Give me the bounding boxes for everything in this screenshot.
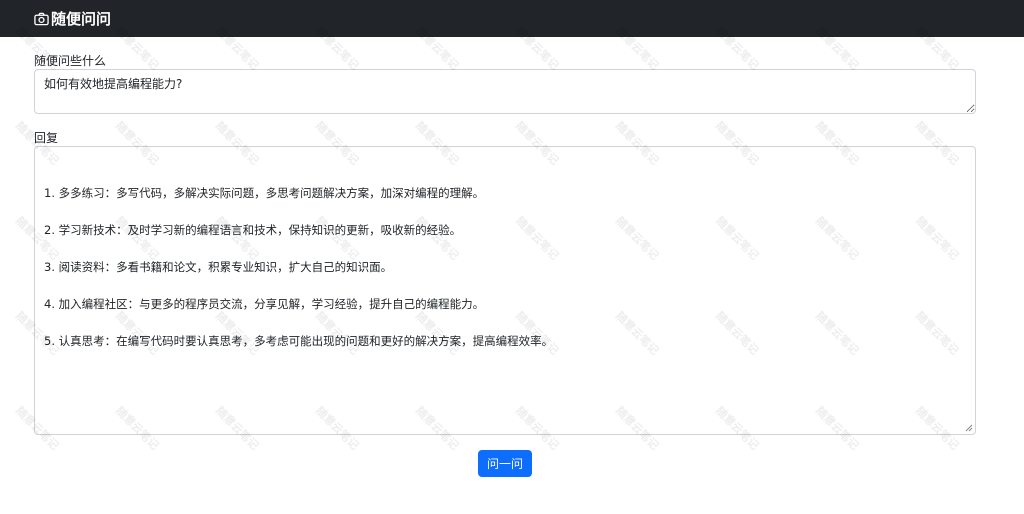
reply-label: 回复: [34, 131, 59, 145]
reply-line: 1. 多多练习：多写代码，多解决实际问题，多思考问题解决方案，加深对编程的理解。: [44, 186, 485, 200]
reply-line: 5. 认真思考：在编写代码时要认真思考，多考虑可能出现的问题和更好的解决方案，提…: [44, 334, 554, 348]
reply-line: 3. 阅读资料：多看书籍和论文，积累专业知识，扩大自己的知识面。: [44, 260, 393, 274]
reply-line: 2. 学习新技术：及时学习新的编程语言和技术，保持知识的更新，吸收新的经验。: [44, 223, 462, 237]
navbar: 随便问问: [0, 0, 1024, 37]
page-title: 随便问问: [51, 10, 112, 28]
ask-button[interactable]: 问一问: [478, 450, 532, 477]
question-label: 随便问些什么: [34, 54, 107, 68]
camera-icon: [34, 12, 49, 26]
question-input[interactable]: 如何有效地提高编程能力?: [34, 69, 976, 114]
resize-grip-icon[interactable]: [965, 424, 973, 432]
brand[interactable]: 随便问问: [34, 8, 111, 29]
reply-output[interactable]: 1. 多多练习：多写代码，多解决实际问题，多思考问题解决方案，加深对编程的理解。…: [34, 146, 976, 435]
reply-line: 4. 加入编程社区：与更多的程序员交流，分享见解，学习经验，提升自己的编程能力。: [44, 297, 485, 311]
